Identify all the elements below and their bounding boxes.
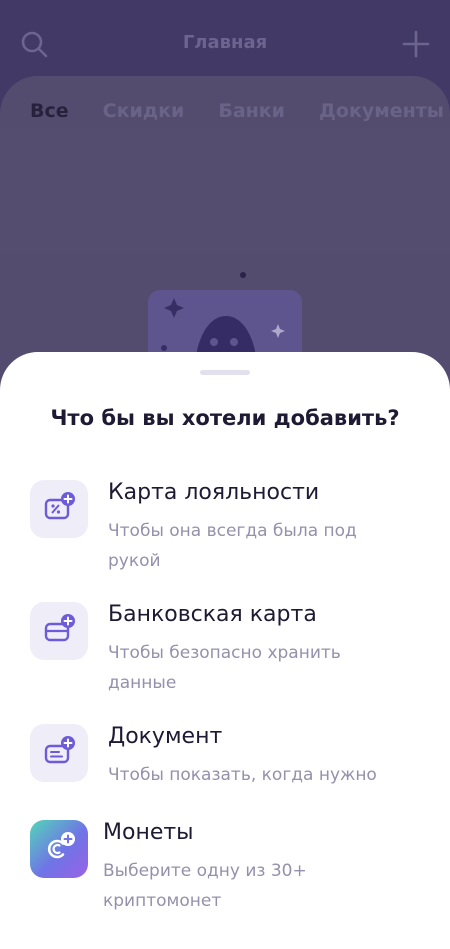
option-subtitle: Выберите одну из 30+ криптомонет: [103, 861, 307, 911]
bank-card-add-icon: [30, 602, 88, 660]
option-subtitle: Чтобы она всегда была под рукой: [108, 521, 357, 571]
add-item-sheet: Что бы вы хотели добавить? Карта лояльно…: [0, 352, 450, 949]
option-crypto-coins[interactable]: Монеты Выберите одну из 30+ криптомонет: [30, 820, 430, 911]
option-label: Документ: [108, 724, 223, 749]
option-label: Монеты: [103, 820, 194, 845]
loyalty-card-add-icon: [30, 480, 88, 538]
option-document[interactable]: Документ Чтобы показать, когда нужно: [30, 724, 430, 786]
crypto-coin-add-icon: [30, 820, 88, 878]
option-loyalty-card[interactable]: Карта лояльности Чтобы она всегда была п…: [30, 480, 430, 571]
option-bank-card[interactable]: Банковская карта Чтобы безопасно хранить…: [30, 602, 430, 693]
document-add-icon: [30, 724, 88, 782]
sheet-drag-handle[interactable]: [200, 370, 250, 375]
sheet-title: Что бы вы хотели добавить?: [50, 406, 400, 430]
option-label: Банковская карта: [108, 602, 317, 627]
option-subtitle: Чтобы показать, когда нужно: [108, 765, 377, 785]
option-label: Карта лояльности: [108, 480, 320, 505]
option-subtitle: Чтобы безопасно хранить данные: [108, 643, 341, 693]
